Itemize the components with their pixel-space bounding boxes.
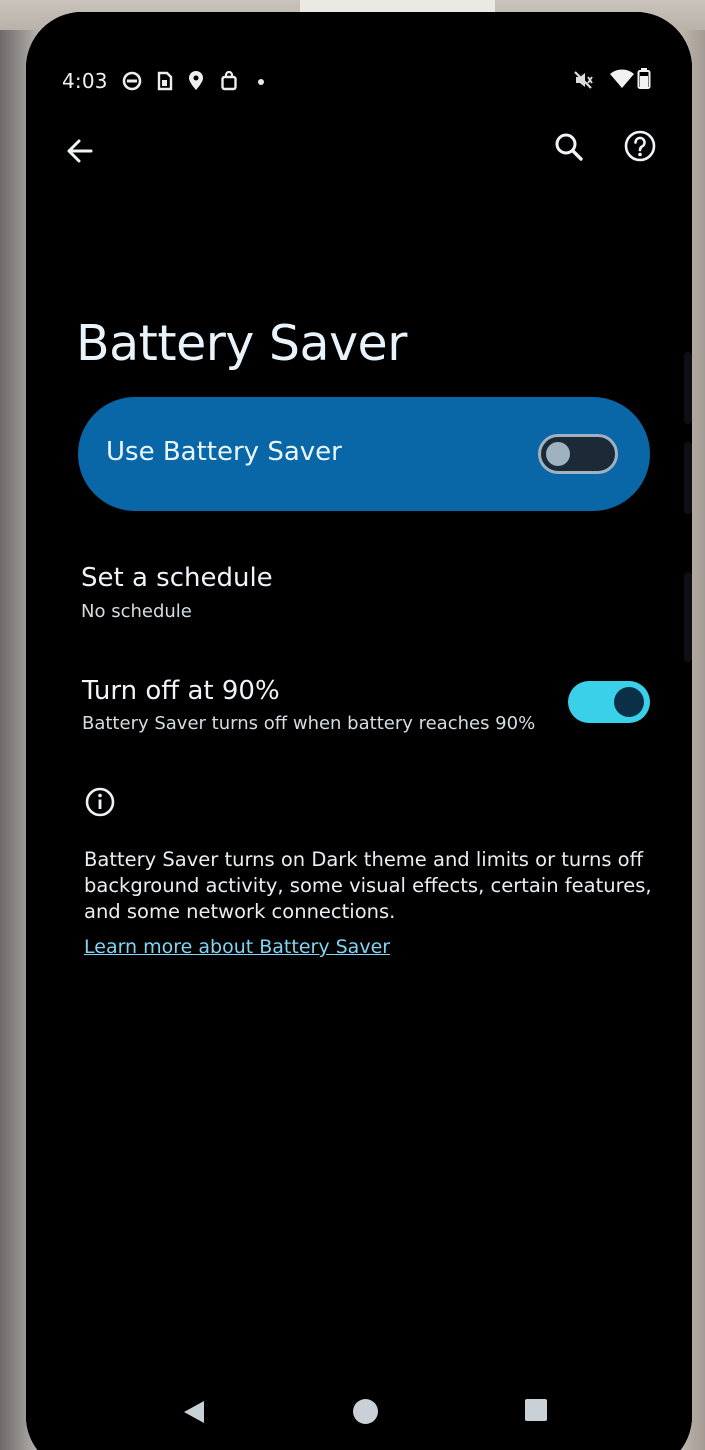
battery-saver-info-text: Battery Saver turns on Dark theme and li…	[84, 848, 652, 923]
back-arrow-icon[interactable]	[64, 136, 94, 170]
use-battery-saver-switch[interactable]	[538, 434, 618, 474]
search-icon[interactable]	[553, 131, 585, 167]
chat-bubble-icon	[122, 70, 142, 92]
page-title: Battery Saver	[76, 314, 407, 372]
nav-recents-icon[interactable]	[524, 1398, 548, 1426]
turn-off-title: Turn off at 90%	[82, 676, 280, 706]
turn-off-at-90-switch[interactable]	[568, 681, 650, 723]
info-icon	[84, 786, 116, 822]
battery-icon	[637, 67, 651, 89]
nav-back-icon[interactable]	[182, 1399, 206, 1429]
side-button	[684, 442, 692, 514]
mute-icon	[572, 69, 593, 91]
status-time: 4:03	[62, 69, 108, 93]
phone-device: 4:03 Battery Saver Use Battery Saver Set…	[26, 12, 692, 1450]
shopping-bag-icon	[219, 70, 239, 92]
wifi-icon	[609, 68, 635, 90]
side-button	[684, 572, 692, 662]
nav-home-icon[interactable]	[352, 1398, 379, 1429]
learn-more-link[interactable]: Learn more about Battery Saver	[84, 936, 390, 958]
switch-knob	[546, 442, 570, 466]
sim-card-icon	[154, 70, 174, 92]
use-battery-saver-toggle-row[interactable]: Use Battery Saver	[78, 397, 650, 511]
turn-off-subtitle: Battery Saver turns off when battery rea…	[82, 713, 536, 734]
switch-knob	[614, 687, 644, 717]
notification-dot	[258, 79, 264, 85]
set-schedule-title: Set a schedule	[81, 563, 273, 593]
use-battery-saver-label: Use Battery Saver	[106, 437, 342, 467]
set-schedule-subtitle: No schedule	[81, 601, 192, 622]
screen: 4:03 Battery Saver Use Battery Saver Set…	[26, 12, 692, 1450]
side-button	[684, 352, 692, 424]
help-icon[interactable]	[623, 129, 657, 167]
location-pin-icon	[186, 70, 206, 92]
